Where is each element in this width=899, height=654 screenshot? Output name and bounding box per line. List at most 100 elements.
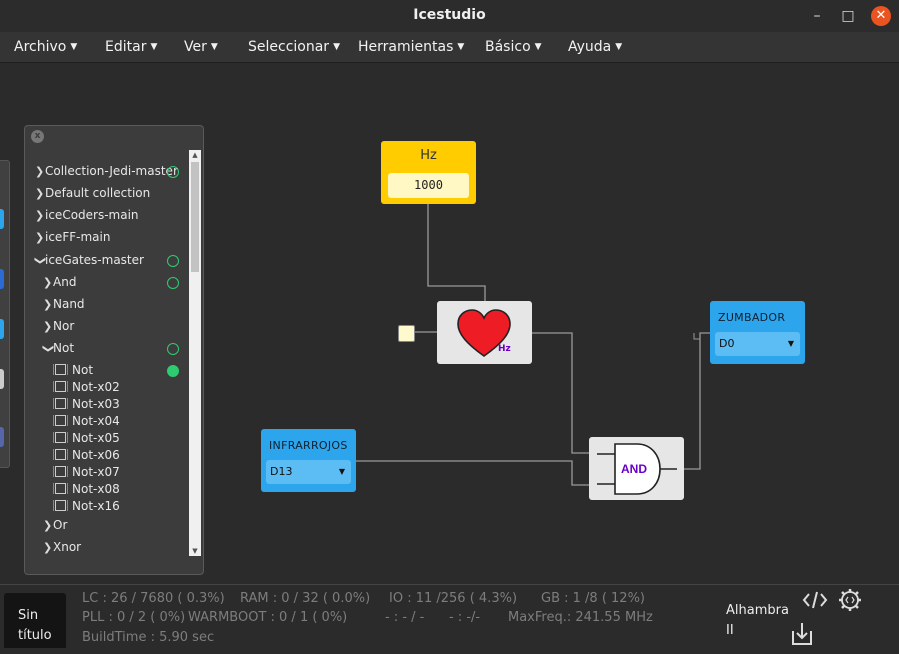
and-gate-label: AND: [621, 462, 647, 476]
chevron-right-icon: ❯: [43, 519, 53, 532]
chip-icon: [55, 415, 66, 426]
chevron-right-icon: ❯: [35, 187, 45, 200]
toolbar-button-info[interactable]: [0, 369, 4, 389]
output-pin-value: D0: [719, 337, 735, 350]
collection-item[interactable]: ❯Collection-Jedi-master: [35, 163, 178, 179]
chip-icon: [55, 466, 66, 477]
status-footer: Sin título LC : 26 / 7680 ( 0.3%) RAM : 0…: [0, 584, 899, 654]
chip-icon: [55, 364, 66, 375]
input-block-infrarrojos[interactable]: INFRARROJOS D13 ▼: [261, 429, 356, 492]
block-item[interactable]: Not: [55, 362, 93, 378]
stat-text: GB : 1 /8 ( 12%): [541, 591, 645, 606]
stat-text: - : - / -: [385, 610, 425, 625]
and-gate-block[interactable]: AND: [589, 437, 684, 500]
chevron-right-icon: ❯: [35, 209, 45, 222]
collection-item[interactable]: ❯iceGates-master: [34, 252, 144, 268]
collection-item[interactable]: ❯Nor: [43, 318, 74, 334]
chip-icon: [55, 398, 66, 409]
block-item[interactable]: Not-x04: [55, 413, 120, 429]
constant-block-hz[interactable]: Hz 1000: [381, 141, 476, 204]
collection-item[interactable]: ❯iceCoders-main: [35, 207, 139, 223]
block-item[interactable]: Not-x08: [55, 481, 120, 497]
stat-text: - : -/-: [449, 610, 481, 625]
collection-item[interactable]: ❯iceFF-main: [35, 229, 110, 245]
chip-icon: [55, 449, 66, 460]
tree-item-label: Not-x07: [72, 465, 120, 479]
stat-text: MaxFreq.: 241.55 MHz: [508, 610, 653, 625]
output-block-zumbador[interactable]: ZUMBADOR D0 ▼: [710, 301, 805, 364]
scroll-thumb[interactable]: [191, 162, 199, 272]
code-icon[interactable]: [802, 590, 828, 610]
panel-close-icon[interactable]: x: [31, 130, 44, 143]
block-item[interactable]: Not-x02: [55, 379, 120, 395]
tab-label-line1: Sin: [18, 608, 39, 623]
board-name[interactable]: Alhambra II: [726, 601, 789, 641]
chip-icon: [55, 381, 66, 392]
block-item[interactable]: Not-x03: [55, 396, 120, 412]
collection-item[interactable]: ❯And: [43, 274, 76, 290]
wire-heart-to-and: [532, 332, 597, 454]
chevron-right-icon: ❯: [43, 541, 53, 554]
toolbar-button-output[interactable]: [0, 269, 4, 289]
constant-value-field[interactable]: 1000: [388, 173, 469, 198]
toolbar-button-code[interactable]: [0, 319, 4, 339]
output-pin-select[interactable]: D0 ▼: [715, 332, 800, 356]
collection-item[interactable]: ❯Or: [43, 517, 67, 533]
chevron-down-icon: ▼: [338, 467, 345, 476]
constant-label: Hz: [420, 148, 437, 163]
input-port-square[interactable]: [398, 325, 415, 342]
installed-status-icon: [167, 277, 179, 289]
tab-label-line2: título: [18, 628, 52, 643]
toolbar-button-memory[interactable]: [0, 427, 4, 447]
block-item[interactable]: Not-x16: [55, 498, 120, 514]
input-pin-select[interactable]: D13 ▼: [266, 460, 351, 484]
block-item[interactable]: Not-x05: [55, 430, 120, 446]
tree-item-label: Nand: [53, 297, 85, 311]
output-label: ZUMBADOR: [718, 311, 786, 324]
toolbar-button-input[interactable]: [0, 209, 4, 229]
collection-item[interactable]: ❯Nand: [43, 296, 85, 312]
wire-hz-to-heart: [427, 204, 486, 301]
upload-icon[interactable]: [790, 620, 814, 646]
block-item[interactable]: Not-x06: [55, 447, 120, 463]
collection-item[interactable]: ❯Default collection: [35, 185, 150, 201]
board-name-line1: Alhambra: [726, 603, 789, 618]
chip-icon: [55, 500, 66, 511]
tree-item-label: Xnor: [53, 540, 82, 554]
installed-status-icon: [167, 255, 179, 267]
tree-item-label: Not-x04: [72, 414, 120, 428]
chevron-right-icon: ❯: [43, 320, 53, 333]
block-item[interactable]: Not-x07: [55, 464, 120, 480]
stat-text: WARMBOOT : 0 / 1 ( 0%): [188, 610, 348, 625]
tree-item-label: Not-x06: [72, 448, 120, 462]
tree-item-label: Not-x08: [72, 482, 120, 496]
tree-item-label: Not-x03: [72, 397, 120, 411]
chip-icon: [55, 432, 66, 443]
collapsed-toolbar: [0, 160, 10, 468]
heart-icon: [457, 309, 511, 357]
input-label: INFRARROJOS: [269, 439, 348, 452]
heartbeat-block[interactable]: Hz: [437, 301, 532, 364]
tree-item-label: iceCoders-main: [45, 208, 139, 222]
tree-item-label: Not-x02: [72, 380, 120, 394]
tree-item-label: Not: [53, 341, 75, 355]
scroll-down-icon[interactable]: ▼: [189, 547, 201, 555]
chevron-right-icon: ❯: [35, 165, 45, 178]
installed-status-icon: [167, 166, 179, 178]
gear-code-icon[interactable]: [837, 587, 863, 613]
panel-scrollbar[interactable]: ▲ ▼: [189, 150, 201, 556]
collection-item[interactable]: ❯Not: [42, 340, 75, 356]
collection-item[interactable]: ❯Xnor: [43, 539, 81, 555]
scroll-up-icon[interactable]: ▲: [189, 151, 201, 159]
and-gate-icon: AND: [597, 443, 677, 495]
design-tab[interactable]: Sin título: [4, 593, 66, 648]
chevron-down-icon: ❯: [34, 256, 47, 266]
installed-status-icon: [167, 343, 179, 355]
tree-item-label: Collection-Jedi-master: [45, 164, 178, 178]
tree-item-label: Nor: [53, 319, 75, 333]
chevron-right-icon: ❯: [35, 231, 45, 244]
tree-item-label: Default collection: [45, 186, 151, 200]
wire-ir-to-and: [356, 460, 597, 486]
tree-item-label: Or: [53, 518, 68, 532]
tree-item-label: iceFF-main: [45, 230, 111, 244]
